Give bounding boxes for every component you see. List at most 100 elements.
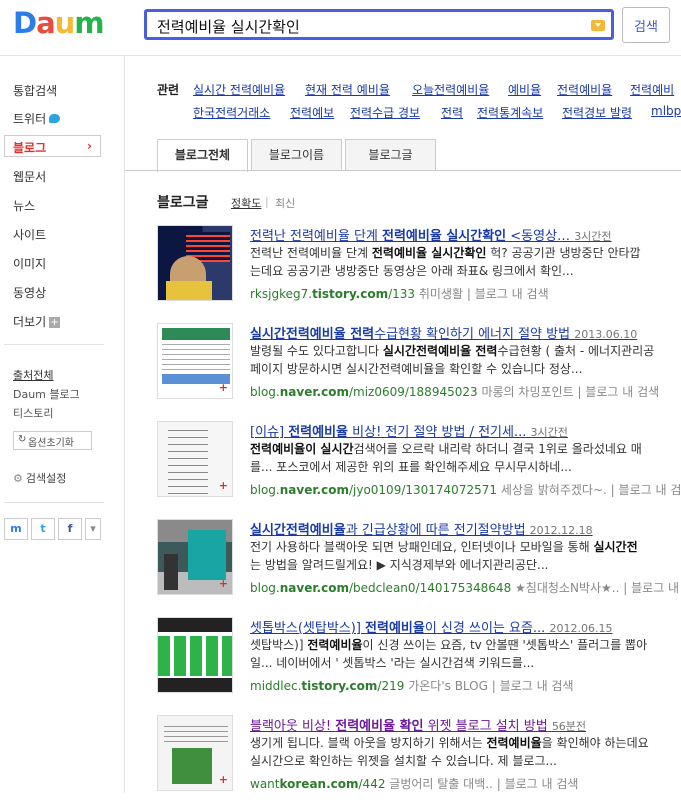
sidebar: 통합검색 트위터 블로그 › 웹문서 뉴스 사이트 이미지 동영상 더보기 + 출처… [0,56,125,793]
result-item: + 실시간전력예비율과 긴급상황에 따른 전기절약방법 2012.12.18 전… [157,519,681,607]
result-url[interactable]: blog.naver.com/miz0609/188945023 마롱의 차밍포… [250,383,659,400]
plus-icon: + [49,317,61,328]
sort-recent-link[interactable]: 최신 [275,195,295,211]
source-all[interactable]: 출처전체 [13,367,53,383]
result-title[interactable]: 실시간전력예비율 전력수급현황 확인하기 에너지 절약 방법 2013.06.1… [250,323,681,342]
logo-letter: D [13,6,37,40]
logo-letter: a [36,6,56,40]
result-date: 3시간전 [574,230,612,243]
sidebar-item-site[interactable]: 사이트 [13,226,46,243]
sidebar-item-video[interactable]: 동영상 [13,284,46,301]
header: Daum 검색 [0,0,681,56]
search-in-blog-link[interactable]: 블로그 내 검색 [505,777,579,791]
result-item: + [이슈] 전력예비율 비상! 전기 절약 방법 / 전기세... 3시간전 … [157,421,681,509]
related-link[interactable]: 전력 [441,104,463,121]
reset-label: 옵션초기화 [28,438,74,449]
related-link[interactable]: 전력예비 [630,81,674,98]
search-button[interactable]: 검색 [622,7,670,43]
section-header: 블로그글 정확도 | 최신 [157,192,295,212]
result-title[interactable]: [이슈] 전력예비율 비상! 전기 절약 방법 / 전기세... 3시간전 [250,421,681,440]
result-thumbnail[interactable]: + [157,519,233,595]
mypeople-share-icon[interactable]: m [4,518,28,540]
result-snippet: 생기게 됩니다. 블랙 아웃을 방지하기 위해서는 전력예비율을 확인해야 하는… [250,736,649,768]
daum-logo[interactable]: Daum [13,6,105,40]
tab-blog-post[interactable]: 블로그글 [345,139,436,171]
result-title[interactable]: 셋톱박스(셋탑박스)] 전력예비율이 신경 쓰이는 요즘... 2012.06.… [250,617,681,636]
sidebar-item-news[interactable]: 뉴스 [13,197,35,214]
result-thumbnail[interactable] [157,617,233,693]
search-input[interactable] [155,14,589,39]
gear-icon: ⚙ [13,472,23,485]
facebook-share-icon[interactable]: f [58,518,82,540]
related-link[interactable]: 전력수급 경보 [350,104,420,121]
result-url[interactable]: middlec.tistory.com/219 가온다's BLOG | 블로그… [250,677,574,694]
result-author[interactable]: 글벙어리 탈출 대백.. [389,777,493,791]
divider [4,344,104,345]
logo-letter: m [74,6,104,40]
result-author[interactable]: 취미생활 [419,287,463,301]
sidebar-item-integrated[interactable]: 통합검색 [13,82,57,99]
related-link[interactable]: 오늘전력예비율 [412,81,489,98]
result-url[interactable]: rksjgkeg7.tistory.com/133 취미생활 | 블로그 내 검… [250,285,549,302]
source-daum-blog[interactable]: Daum 블로그 [13,386,80,402]
result-url[interactable]: blog.naver.com/bedclean0/140175348648 ★침… [250,579,681,596]
search-settings-link[interactable]: ⚙ 검색설정 [13,470,66,486]
related-link[interactable]: 현재 전력 예비율 [305,81,390,98]
source-tistory[interactable]: 티스토리 [13,405,53,421]
result-url[interactable]: wantkorean.com/442 글벙어리 탈출 대백.. | 블로그 내 … [250,775,578,792]
result-author[interactable]: 마롱의 차밍포인트 [481,385,573,399]
related-link[interactable]: 전력경보 발령 [562,104,632,121]
result-title[interactable]: 전력난 전력예비율 단계 전력예비율 실시간확인 <동영상… 3시간전 [250,225,681,244]
search-in-blog-link[interactable]: 블로그 내 검색 [631,581,681,595]
related-link[interactable]: mlbpar [651,104,681,118]
result-title[interactable]: 블랙아웃 비상! 전력예비율 확인 위젯 블로그 설치 방법 56분전 [250,715,681,734]
refresh-icon: ↻ [18,434,27,445]
keyboard-icon[interactable] [591,20,605,31]
sidebar-item-web[interactable]: 웹문서 [13,168,46,185]
result-author[interactable]: 가온다's BLOG [408,679,488,693]
related-link[interactable]: 예비율 [508,81,541,98]
logo-letter: u [54,6,76,40]
sidebar-item-blog[interactable]: 블로그 › [4,135,101,157]
search-in-blog-link[interactable]: 블로그 내 검색 [585,385,659,399]
search-in-blog-link[interactable]: 블로그 내 검색 [500,679,574,693]
result-snippet: 전기 사용하다 블랙아웃 되면 낭패인데요, 인터넷이나 모바일을 통해 실시간… [250,540,638,572]
result-date: 56분전 [551,720,587,733]
result-item: 전력난 전력예비율 단계 전력예비율 실시간확인 <동영상… 3시간전 전력난 … [157,225,681,313]
reset-options-button[interactable]: ↻ 옵션초기화 [13,431,92,450]
tab-blog-name[interactable]: 블로그이름 [251,139,342,171]
related-link[interactable]: 전력예보 [290,104,334,121]
sidebar-item-more[interactable]: 더보기 + [13,313,61,330]
result-snippet: 전력난 전력예비율 단계 전력예비율 실시간확인 헉? 공공기관 냉방중단 안타… [250,246,641,278]
result-date: 2012.12.18 [529,524,593,537]
twitter-share-icon[interactable]: t [31,518,55,540]
result-thumbnail[interactable]: + [157,323,233,399]
result-author[interactable]: 세상을 밝혀주겠다~. [501,483,607,497]
result-thumbnail[interactable] [157,225,233,301]
related-link[interactable]: 전력예비율 [557,81,612,98]
result-thumbnail[interactable]: + [157,715,233,791]
tab-blog-all[interactable]: 블로그전체 [157,139,248,172]
result-snippet: 셋탑박스)] 전력예비율이 신경 쓰이는 요즘, tv 안볼땐 '셋톱박스' 플… [250,638,648,670]
sidebar-item-label: 트위터 [13,112,47,126]
result-url[interactable]: blog.naver.com/jyo0109/130174072571 세상을 … [250,481,681,498]
tab-divider [125,170,681,171]
chevron-down-icon[interactable]: ▾ [85,518,101,540]
sort-accuracy-link[interactable]: 정확도 [231,195,261,211]
related-link[interactable]: 한국전력거래소 [193,104,270,121]
related-link[interactable]: 전력통계속보 [477,104,543,121]
search-in-blog-link[interactable]: 블로그 내 검색 [619,483,681,497]
search-in-blog-link[interactable]: 블로그 내 검색 [475,287,549,301]
sidebar-item-image[interactable]: 이미지 [13,255,46,272]
result-date: 2013.06.10 [574,328,638,341]
result-title[interactable]: 실시간전력예비율과 긴급상황에 따른 전기절약방법 2012.12.18 [250,519,681,538]
search-box [144,9,614,40]
sidebar-item-twitter[interactable]: 트위터 [13,110,61,127]
result-thumbnail[interactable]: + [157,421,233,497]
sort-divider: | [265,195,269,208]
result-author[interactable]: ★침대청소N박사★.. [515,581,619,595]
twitter-bird-icon [49,114,61,123]
chevron-right-icon: › [87,139,92,153]
related-link[interactable]: 실시간 전력예비율 [193,81,285,98]
divider [4,502,104,503]
